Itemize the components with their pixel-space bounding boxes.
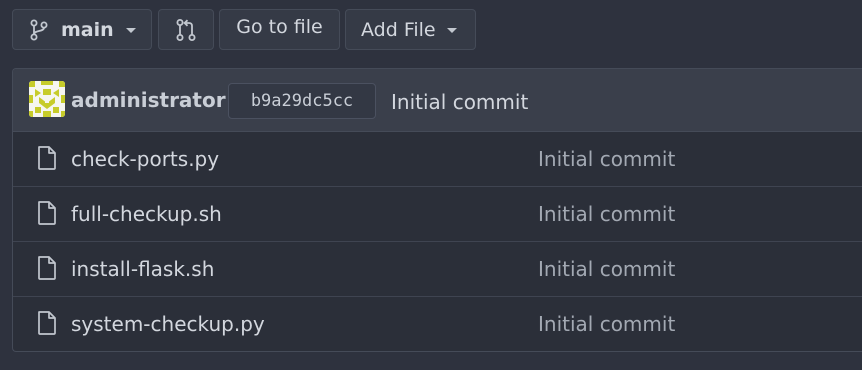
branch-name: main — [61, 18, 114, 41]
file-commit-message[interactable]: Initial commit — [538, 202, 675, 226]
branch-selector-button[interactable]: main — [12, 9, 152, 50]
add-file-label: Add File — [361, 18, 436, 41]
file-icon — [36, 145, 58, 175]
file-icon — [36, 310, 58, 340]
file-name-link[interactable]: system-checkup.py — [71, 312, 265, 336]
file-commit-message[interactable]: Initial commit — [538, 257, 675, 281]
latest-commit-bar: administrator b9a29dc5cc Initial commit — [13, 69, 862, 132]
commit-sha-button[interactable]: b9a29dc5cc — [228, 83, 376, 119]
chevron-down-icon — [446, 28, 457, 33]
file-commit-message[interactable]: Initial commit — [538, 147, 675, 171]
file-name-link[interactable]: full-checkup.sh — [71, 202, 222, 226]
compare-button[interactable] — [158, 9, 214, 50]
file-name-link[interactable]: check-ports.py — [71, 147, 219, 171]
git-branch-icon — [29, 19, 49, 41]
file-icon — [36, 200, 58, 230]
git-pull-request-icon — [175, 18, 197, 42]
file-commit-message[interactable]: Initial commit — [538, 312, 675, 336]
file-list: administrator b9a29dc5cc Initial commit … — [12, 68, 862, 352]
chevron-down-icon — [125, 28, 136, 33]
commit-author[interactable]: administrator — [71, 88, 226, 112]
file-row[interactable]: system-checkup.py Initial commit — [13, 297, 862, 351]
go-to-file-label: Go to file — [236, 15, 323, 38]
avatar[interactable] — [29, 81, 65, 117]
file-row[interactable]: check-ports.py Initial commit — [13, 132, 862, 187]
file-icon — [36, 255, 58, 285]
repo-file-view: main Go to file Add File administrator b… — [0, 0, 862, 370]
go-to-file-button[interactable]: Go to file — [219, 9, 340, 50]
file-name-link[interactable]: install-flask.sh — [71, 257, 214, 281]
file-row[interactable]: install-flask.sh Initial commit — [13, 242, 862, 297]
add-file-button[interactable]: Add File — [345, 9, 476, 50]
commit-message[interactable]: Initial commit — [391, 90, 528, 114]
file-row[interactable]: full-checkup.sh Initial commit — [13, 187, 862, 242]
